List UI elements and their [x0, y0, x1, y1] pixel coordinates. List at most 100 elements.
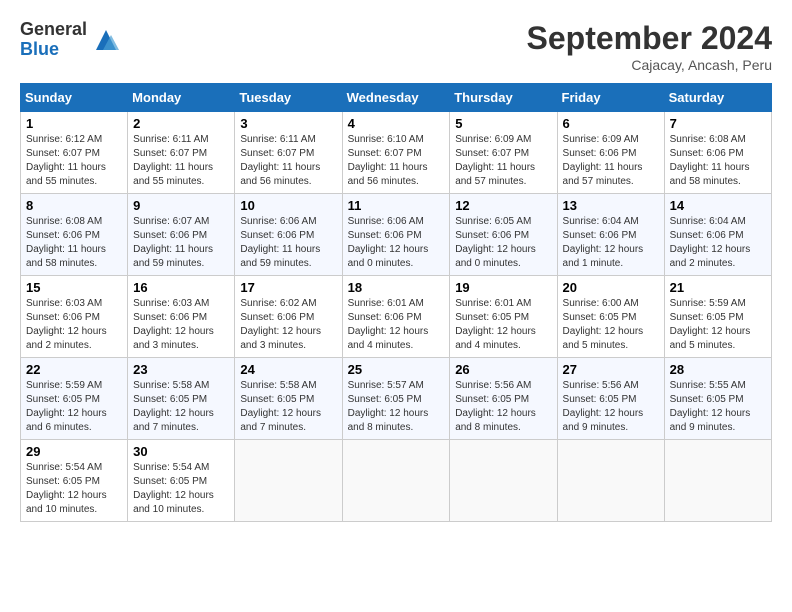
day-info: Sunrise: 6:00 AM Sunset: 6:05 PM Dayligh… — [563, 297, 659, 353]
calendar-cell: 13Sunrise: 6:04 AM Sunset: 6:06 PM Dayli… — [557, 194, 664, 276]
day-info: Sunrise: 6:04 AM Sunset: 6:06 PM Dayligh… — [670, 215, 766, 271]
calendar-cell: 12 Sunrise: 6:05 AM Sunset: 6:06 PM Dayli… — [450, 194, 557, 276]
logo-blue: Blue — [20, 40, 87, 60]
calendar-cell: 9 Sunrise: 6:07 AM Sunset: 6:06 PM Daylig… — [128, 194, 235, 276]
calendar-cell: 15 Sunrise: 6:03 AM Sunset: 6:06 PM Dayli… — [21, 276, 128, 358]
day-info: Sunrise: 5:58 AM Sunset: 6:05 PM Dayligh… — [240, 379, 336, 435]
calendar-cell: 6 Sunrise: 6:09 AM Sunset: 6:06 PM Daylig… — [557, 112, 664, 194]
calendar-cell: 8Sunrise: 6:08 AM Sunset: 6:06 PM Daylig… — [21, 194, 128, 276]
calendar-cell: 4 Sunrise: 6:10 AM Sunset: 6:07 PM Daylig… — [342, 112, 450, 194]
day-number: 30 — [133, 444, 229, 459]
day-number: 21 — [670, 280, 766, 295]
day-number: 24 — [240, 362, 336, 377]
logo: General Blue — [20, 20, 121, 60]
day-number: 15 — [26, 280, 122, 295]
weekday-header-tuesday: Tuesday — [235, 84, 342, 112]
calendar-cell — [664, 440, 771, 522]
calendar-cell: 1 Sunrise: 6:12 AM Sunset: 6:07 PM Daylig… — [21, 112, 128, 194]
calendar-cell: 29Sunrise: 5:54 AM Sunset: 6:05 PM Dayli… — [21, 440, 128, 522]
calendar-cell: 14Sunrise: 6:04 AM Sunset: 6:06 PM Dayli… — [664, 194, 771, 276]
calendar-week-3: 15 Sunrise: 6:03 AM Sunset: 6:06 PM Dayli… — [21, 276, 772, 358]
page-header: General Blue September 2024 Cajacay, Anc… — [20, 20, 772, 73]
logo-general: General — [20, 20, 87, 40]
day-info: Sunrise: 6:08 AM Sunset: 6:06 PM Dayligh… — [670, 133, 766, 189]
day-info: Sunrise: 6:01 AM Sunset: 6:06 PM Dayligh… — [348, 297, 445, 353]
day-info: Sunrise: 5:55 AM Sunset: 6:05 PM Dayligh… — [670, 379, 766, 435]
day-number: 12 — [455, 198, 551, 213]
day-info: Sunrise: 6:01 AM Sunset: 6:05 PM Dayligh… — [455, 297, 551, 353]
day-info: Sunrise: 6:07 AM Sunset: 6:06 PM Dayligh… — [133, 215, 229, 271]
calendar-cell — [342, 440, 450, 522]
calendar-cell: 24 Sunrise: 5:58 AM Sunset: 6:05 PM Dayli… — [235, 358, 342, 440]
calendar-cell: 16 Sunrise: 6:03 AM Sunset: 6:06 PM Dayli… — [128, 276, 235, 358]
calendar-cell — [235, 440, 342, 522]
calendar-cell: 2 Sunrise: 6:11 AM Sunset: 6:07 PM Daylig… — [128, 112, 235, 194]
day-info: Sunrise: 6:12 AM Sunset: 6:07 PM Dayligh… — [26, 133, 122, 189]
weekday-header-row: SundayMondayTuesdayWednesdayThursdayFrid… — [21, 84, 772, 112]
calendar-cell: 28 Sunrise: 5:55 AM Sunset: 6:05 PM Dayli… — [664, 358, 771, 440]
day-info: Sunrise: 5:54 AM Sunset: 6:05 PM Dayligh… — [133, 461, 229, 517]
day-info: Sunrise: 6:09 AM Sunset: 6:06 PM Dayligh… — [563, 133, 659, 189]
day-info: Sunrise: 6:10 AM Sunset: 6:07 PM Dayligh… — [348, 133, 445, 189]
day-number: 3 — [240, 116, 336, 131]
calendar-cell: 19 Sunrise: 6:01 AM Sunset: 6:05 PM Dayli… — [450, 276, 557, 358]
calendar-cell: 11Sunrise: 6:06 AM Sunset: 6:06 PM Dayli… — [342, 194, 450, 276]
day-number: 16 — [133, 280, 229, 295]
weekday-header-thursday: Thursday — [450, 84, 557, 112]
calendar-cell: 7 Sunrise: 6:08 AM Sunset: 6:06 PM Daylig… — [664, 112, 771, 194]
day-number: 19 — [455, 280, 551, 295]
logo-icon — [91, 25, 121, 55]
day-info: Sunrise: 6:09 AM Sunset: 6:07 PM Dayligh… — [455, 133, 551, 189]
day-info: Sunrise: 6:03 AM Sunset: 6:06 PM Dayligh… — [26, 297, 122, 353]
calendar-cell — [450, 440, 557, 522]
calendar-week-2: 8Sunrise: 6:08 AM Sunset: 6:06 PM Daylig… — [21, 194, 772, 276]
calendar-cell: 21 Sunrise: 5:59 AM Sunset: 6:05 PM Dayli… — [664, 276, 771, 358]
day-number: 10 — [240, 198, 336, 213]
day-number: 25 — [348, 362, 445, 377]
day-info: Sunrise: 5:58 AM Sunset: 6:05 PM Dayligh… — [133, 379, 229, 435]
calendar-cell: 27Sunrise: 5:56 AM Sunset: 6:05 PM Dayli… — [557, 358, 664, 440]
day-number: 9 — [133, 198, 229, 213]
calendar-cell: 20 Sunrise: 6:00 AM Sunset: 6:05 PM Dayli… — [557, 276, 664, 358]
day-info: Sunrise: 6:03 AM Sunset: 6:06 PM Dayligh… — [133, 297, 229, 353]
day-number: 13 — [563, 198, 659, 213]
calendar-cell: 26Sunrise: 5:56 AM Sunset: 6:05 PM Dayli… — [450, 358, 557, 440]
day-number: 1 — [26, 116, 122, 131]
day-info: Sunrise: 6:02 AM Sunset: 6:06 PM Dayligh… — [240, 297, 336, 353]
calendar-cell: 23 Sunrise: 5:58 AM Sunset: 6:05 PM Dayli… — [128, 358, 235, 440]
day-number: 4 — [348, 116, 445, 131]
title-block: September 2024 Cajacay, Ancash, Peru — [527, 20, 772, 73]
calendar-table: SundayMondayTuesdayWednesdayThursdayFrid… — [20, 83, 772, 522]
day-info: Sunrise: 5:59 AM Sunset: 6:05 PM Dayligh… — [670, 297, 766, 353]
day-number: 18 — [348, 280, 445, 295]
day-number: 23 — [133, 362, 229, 377]
day-info: Sunrise: 5:59 AM Sunset: 6:05 PM Dayligh… — [26, 379, 122, 435]
day-info: Sunrise: 5:57 AM Sunset: 6:05 PM Dayligh… — [348, 379, 445, 435]
month-title: September 2024 — [527, 20, 772, 57]
weekday-header-monday: Monday — [128, 84, 235, 112]
day-number: 7 — [670, 116, 766, 131]
day-info: Sunrise: 6:11 AM Sunset: 6:07 PM Dayligh… — [133, 133, 229, 189]
calendar-cell: 18 Sunrise: 6:01 AM Sunset: 6:06 PM Dayli… — [342, 276, 450, 358]
location-title: Cajacay, Ancash, Peru — [527, 57, 772, 73]
calendar-cell: 3Sunrise: 6:11 AM Sunset: 6:07 PM Daylig… — [235, 112, 342, 194]
calendar-cell — [557, 440, 664, 522]
calendar-cell: 5Sunrise: 6:09 AM Sunset: 6:07 PM Daylig… — [450, 112, 557, 194]
day-info: Sunrise: 5:56 AM Sunset: 6:05 PM Dayligh… — [455, 379, 551, 435]
day-number: 2 — [133, 116, 229, 131]
weekday-header-wednesday: Wednesday — [342, 84, 450, 112]
day-number: 29 — [26, 444, 122, 459]
calendar-cell: 10Sunrise: 6:06 AM Sunset: 6:06 PM Dayli… — [235, 194, 342, 276]
calendar-cell: 25 Sunrise: 5:57 AM Sunset: 6:05 PM Dayli… — [342, 358, 450, 440]
calendar-week-5: 29 Sunrise: 5:54 AM Sunset: 6:05 PM Dayli… — [21, 440, 772, 522]
day-number: 27 — [563, 362, 659, 377]
day-number: 11 — [348, 198, 445, 213]
weekday-header-friday: Friday — [557, 84, 664, 112]
day-number: 28 — [670, 362, 766, 377]
day-info: Sunrise: 6:05 AM Sunset: 6:06 PM Dayligh… — [455, 215, 551, 271]
weekday-header-saturday: Saturday — [664, 84, 771, 112]
day-number: 6 — [563, 116, 659, 131]
calendar-week-1: 1 Sunrise: 6:12 AM Sunset: 6:07 PM Daylig… — [21, 112, 772, 194]
calendar-week-4: 22Sunrise: 5:59 AM Sunset: 6:05 PM Dayli… — [21, 358, 772, 440]
day-number: 20 — [563, 280, 659, 295]
